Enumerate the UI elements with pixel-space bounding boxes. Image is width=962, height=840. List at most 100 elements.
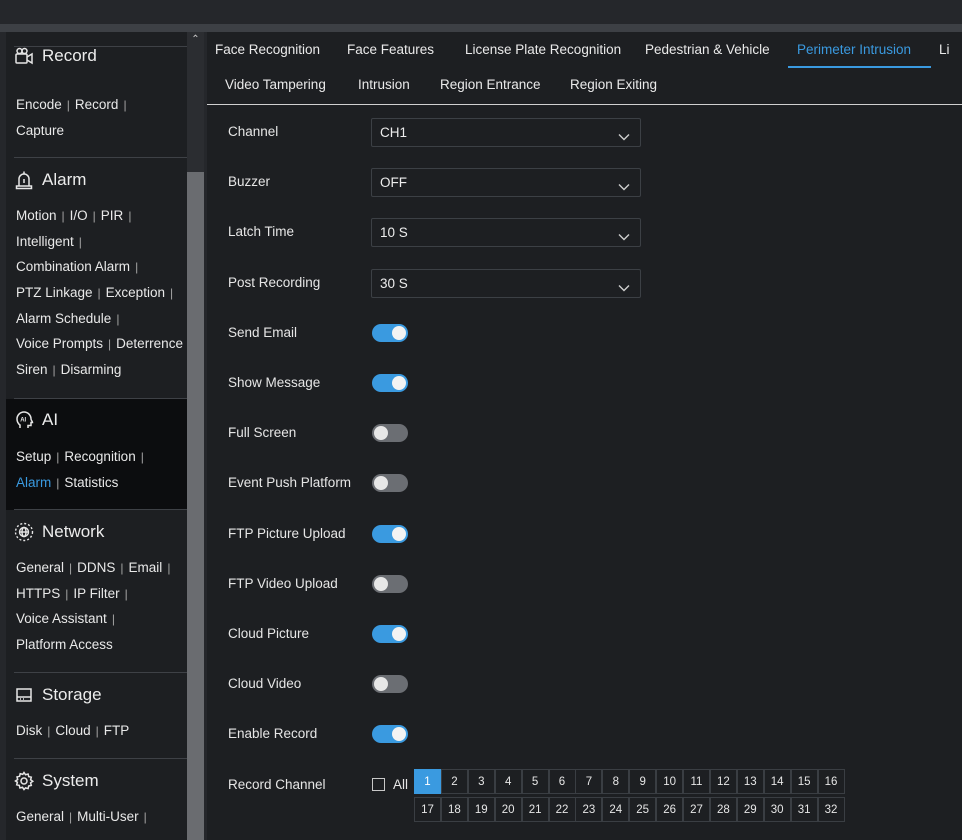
channel-cell-17[interactable]: 17 <box>414 797 441 822</box>
channel-cell-1[interactable]: 1 <box>414 769 441 794</box>
tab-face-recognition[interactable]: Face Recognition <box>215 32 329 67</box>
tab-pedestrian-vehicle[interactable]: Pedestrian & Vehicle <box>645 32 808 67</box>
tab-region-exiting[interactable]: Region Exiting <box>570 67 687 102</box>
channel-cell-25[interactable]: 25 <box>629 797 657 822</box>
channel-cell-7[interactable]: 7 <box>575 769 603 794</box>
channel-cell-3[interactable]: 3 <box>467 769 495 794</box>
sidebar-item-intelligent[interactable]: Intelligent <box>16 234 74 249</box>
sidebar-item-encode[interactable]: Encode <box>16 97 62 112</box>
channel-cell-29[interactable]: 29 <box>736 797 764 822</box>
sidebar-link-row: Motion | I/O | PIR | <box>16 203 192 229</box>
sidebar-item-voice-prompts[interactable]: Voice Prompts <box>16 336 103 351</box>
tab-li[interactable]: Li <box>939 32 962 67</box>
tab-video-tampering[interactable]: Video Tampering <box>225 67 357 102</box>
sidebar-item-record[interactable]: Record <box>75 97 119 112</box>
channel-cell-32[interactable]: 32 <box>817 797 845 822</box>
sidebar-item-cloud[interactable]: Cloud <box>55 723 90 738</box>
sidebar-item-ip-filter[interactable]: IP Filter <box>73 586 119 601</box>
sidebar-link-row: HTTPS | IP Filter | <box>16 581 192 607</box>
sidebar-item-exception[interactable]: Exception <box>106 285 165 300</box>
channel-cell-26[interactable]: 26 <box>656 797 684 822</box>
channel-cell-16[interactable]: 16 <box>817 769 845 794</box>
sidebar-section-header[interactable]: Storage <box>14 683 102 707</box>
channel-cell-10[interactable]: 10 <box>656 769 684 794</box>
sidebar-item-platform-access[interactable]: Platform Access <box>16 637 113 652</box>
channel-cell-5[interactable]: 5 <box>521 769 549 794</box>
channel-cell-20[interactable]: 20 <box>494 797 522 822</box>
show-message-toggle[interactable] <box>372 374 408 392</box>
latch-time-select[interactable]: 10 S <box>371 218 641 247</box>
sidebar-scrollbar-thumb[interactable] <box>187 172 204 840</box>
channel-select[interactable]: CH1 <box>371 118 641 147</box>
sidebar-item-combination-alarm[interactable]: Combination Alarm <box>16 259 130 274</box>
event-push-platform-toggle[interactable] <box>372 474 408 492</box>
channel-cell-30[interactable]: 30 <box>763 797 791 822</box>
channel-cell-24[interactable]: 24 <box>602 797 630 822</box>
channel-cell-6[interactable]: 6 <box>548 769 576 794</box>
ftp-picture-upload-toggle[interactable] <box>372 525 408 543</box>
channel-cell-14[interactable]: 14 <box>763 769 791 794</box>
buzzer-select[interactable]: OFF <box>371 168 641 197</box>
cloud-picture-toggle[interactable] <box>372 625 408 643</box>
channel-cell-15[interactable]: 15 <box>790 769 818 794</box>
channel-cell-13[interactable]: 13 <box>736 769 764 794</box>
sidebar-section-header[interactable]: Alarm <box>14 168 86 192</box>
channel-cell-27[interactable]: 27 <box>683 797 710 822</box>
sidebar-item-pir[interactable]: PIR <box>101 208 124 223</box>
channel-cell-8[interactable]: 8 <box>602 769 630 794</box>
sidebar-section-header[interactable]: Record <box>14 44 97 68</box>
sidebar-item-disarming[interactable]: Disarming <box>61 362 122 377</box>
channel-cell-12[interactable]: 12 <box>709 769 737 794</box>
sidebar-section-header[interactable]: AI AI <box>14 408 58 432</box>
channel-cell-31[interactable]: 31 <box>790 797 818 822</box>
channel-cell-22[interactable]: 22 <box>548 797 576 822</box>
channel-cell-11[interactable]: 11 <box>683 769 710 794</box>
send-email-toggle[interactable] <box>372 324 408 342</box>
sidebar-section-header[interactable]: Network <box>14 520 104 544</box>
sidebar-item-general[interactable]: General <box>16 809 64 824</box>
all-channels-checkbox[interactable] <box>372 778 385 791</box>
sidebar-item-statistics[interactable]: Statistics <box>64 475 118 490</box>
sidebar-item-ftp[interactable]: FTP <box>104 723 130 738</box>
sidebar-item-recognition[interactable]: Recognition <box>64 449 135 464</box>
tab-region-entrance[interactable]: Region Entrance <box>440 67 570 102</box>
sidebar-item-motion[interactable]: Motion <box>16 208 57 223</box>
sidebar-item-capture[interactable]: Capture <box>16 123 64 138</box>
sidebar-item-alarm-schedule[interactable]: Alarm Schedule <box>16 311 111 326</box>
sidebar-section-header[interactable]: System <box>14 769 99 793</box>
sidebar-item-email[interactable]: Email <box>129 560 163 575</box>
sidebar-item-general[interactable]: General <box>16 560 64 575</box>
ftp-video-upload-toggle[interactable] <box>372 575 408 593</box>
sidebar-item-alarm[interactable]: Alarm <box>16 475 51 490</box>
channel-cell-28[interactable]: 28 <box>709 797 737 822</box>
channel-cell-21[interactable]: 21 <box>521 797 549 822</box>
tab-perimeter-intrusion[interactable]: Perimeter Intrusion <box>797 32 947 67</box>
tab-license-plate-recognition[interactable]: License Plate Recognition <box>465 32 656 67</box>
sidebar-item-ddns[interactable]: DDNS <box>77 560 115 575</box>
post-recording-select[interactable]: 30 S <box>371 269 641 298</box>
tab-intrusion[interactable]: Intrusion <box>358 67 440 102</box>
sidebar-item-siren[interactable]: Siren <box>16 362 48 377</box>
channel-cell-23[interactable]: 23 <box>575 797 603 822</box>
channel-cell-4[interactable]: 4 <box>494 769 522 794</box>
sidebar-item-disk[interactable]: Disk <box>16 723 42 738</box>
enable-record-toggle[interactable] <box>372 725 408 743</box>
scroll-up-arrow-icon[interactable]: ⌃ <box>190 34 201 46</box>
sidebar-item-multi-user[interactable]: Multi-User <box>77 809 139 824</box>
toggle-knob <box>392 627 406 641</box>
sidebar-item-i-o[interactable]: I/O <box>70 208 88 223</box>
full-screen-toggle[interactable] <box>372 424 408 442</box>
channel-cell-18[interactable]: 18 <box>440 797 468 822</box>
cloud-video-toggle[interactable] <box>372 675 408 693</box>
channel-cell-9[interactable]: 9 <box>629 769 657 794</box>
tab-face-features[interactable]: Face Features <box>347 32 476 67</box>
sidebar-item-voice-assistant[interactable]: Voice Assistant <box>16 611 107 626</box>
sidebar-item-ptz-linkage[interactable]: PTZ Linkage <box>16 285 93 300</box>
toggle-knob <box>374 677 388 691</box>
sidebar-item-setup[interactable]: Setup <box>16 449 51 464</box>
sidebar-item-https[interactable]: HTTPS <box>16 586 60 601</box>
sidebar-item-deterrence[interactable]: Deterrence <box>116 336 183 351</box>
channel-cell-19[interactable]: 19 <box>467 797 495 822</box>
channel-cell-2[interactable]: 2 <box>440 769 468 794</box>
link-separator: | <box>124 586 128 601</box>
